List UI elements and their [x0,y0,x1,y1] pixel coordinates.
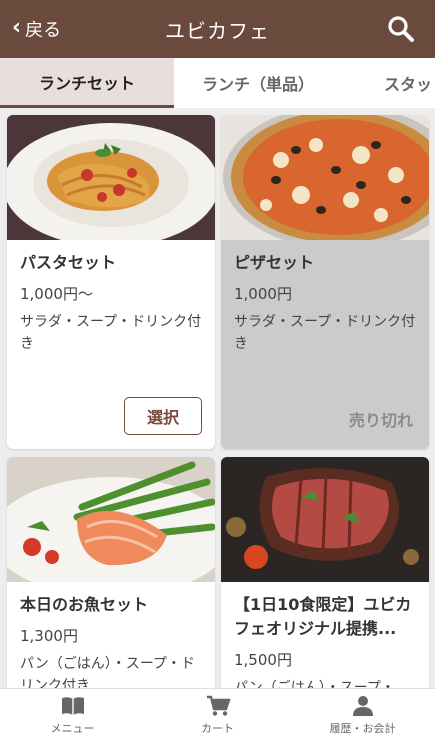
menu-card-pizza[interactable]: ピザセット 1,000円 サラダ・スープ・ドリンク付き 売り切れ [221,115,429,449]
nav-label: 履歴・お会計 [329,721,396,735]
menu-item-price: 1,000円〜 [20,285,93,303]
bottom-nav: メニュー カート 履歴・お会計 [0,688,435,741]
card-body: 【1日10食限定】ユビカフェオリジナル提携... 1,500円 パン（ごはん）・… [234,593,419,688]
menu-item-name: 本日のお魚セット [20,595,149,614]
menu-item-price: 1,500円 [234,651,292,669]
nav-label: メニュー [50,721,95,735]
card-body: パスタセット 1,000円〜 サラダ・スープ・ドリンク付き [20,251,205,355]
search-icon[interactable] [387,15,415,43]
chevron-left-icon: ‹ [12,14,22,40]
card-body: 本日のお魚セット 1,300円 パン（ごはん）・スープ・ドリンク付き [20,593,205,688]
steak-photo [221,457,429,582]
category-tabs: ランチセット ランチ（単品） スタッ [0,58,435,108]
tab-staff[interactable]: スタッ [370,58,435,108]
back-label: 戻る [25,20,62,41]
pizza-photo [221,115,429,240]
pasta-photo [7,115,215,240]
menu-card-pasta[interactable]: パスタセット 1,000円〜 サラダ・スープ・ドリンク付き 選択 [7,115,215,449]
menu-item-name: 【1日10食限定】ユビカフェオリジナル提携... [234,595,412,638]
nav-label: カート [201,721,234,735]
cart-icon [206,695,231,716]
menu-item-price: 1,300円 [20,627,78,645]
tab-lunch-single[interactable]: ランチ（単品） [174,58,342,108]
menu-card-steak[interactable]: 【1日10食限定】ユビカフェオリジナル提携... 1,500円 パン（ごはん）・… [221,457,429,688]
menu-item-name: ピザセット [234,253,315,272]
menu-grid: パスタセット 1,000円〜 サラダ・スープ・ドリンク付き 選択 ピザセット 1… [0,108,435,688]
sold-out-label: 売り切れ [348,411,413,430]
tab-lunch-set[interactable]: ランチセット [0,58,174,108]
back-button[interactable]: ‹ 戻る [12,0,61,58]
select-button[interactable]: 選択 [124,397,202,435]
menu-card-fish[interactable]: 本日のお魚セット 1,300円 パン（ごはん）・スープ・ドリンク付き [7,457,215,688]
card-body: ピザセット 1,000円 サラダ・スープ・ドリンク付き [234,251,419,355]
app-header: ‹ 戻る ユビカフェ [0,0,435,58]
menu-item-description: パン（ごはん）・スープ・ [234,680,395,688]
book-icon [61,696,84,715]
menu-item-name: パスタセット [20,253,117,272]
menu-item-price: 1,000円 [234,285,292,303]
nav-menu[interactable]: メニュー [0,689,145,741]
salmon-photo [7,457,215,582]
nav-history[interactable]: 履歴・お会計 [290,689,435,741]
menu-item-description: サラダ・スープ・ドリンク付き [234,314,416,352]
page-title: ユビカフェ [165,18,270,43]
nav-cart[interactable]: カート [145,689,290,741]
menu-item-description: サラダ・スープ・ドリンク付き [20,314,202,352]
menu-item-description: パン（ごはん）・スープ・ドリンク付き [20,656,195,688]
person-icon [352,695,373,716]
